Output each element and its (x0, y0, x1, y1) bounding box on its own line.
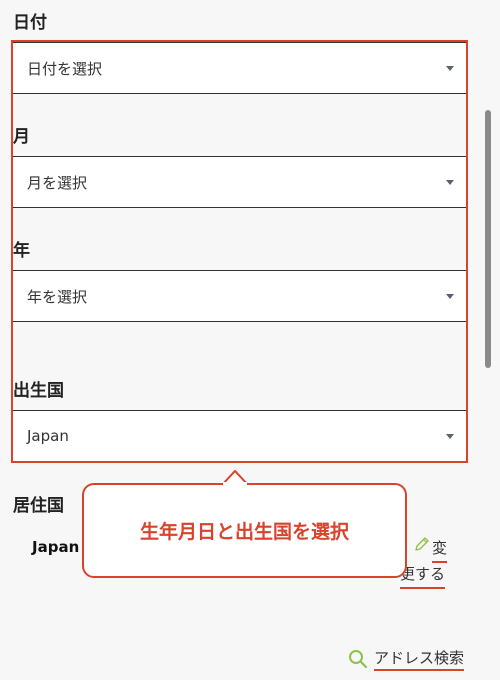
residence-label: 居住国 (13, 496, 64, 516)
year-label: 年 (13, 241, 30, 261)
instruction-callout: 生年月日と出生国を選択 (82, 483, 407, 578)
callout-pointer-mask (223, 482, 247, 488)
residence-value: Japan (32, 538, 80, 556)
day-label: 日付 (13, 13, 47, 33)
day-select[interactable]: 日付を選択 (13, 42, 467, 94)
change-link-text-1: 変 (432, 536, 448, 563)
birth-country-value: Japan (27, 427, 69, 445)
highlight-frame (11, 40, 468, 463)
month-select-placeholder: 月を選択 (27, 173, 88, 192)
callout-text: 生年月日と出生国を選択 (139, 521, 349, 543)
search-icon (349, 650, 368, 669)
chevron-down-icon (446, 66, 454, 71)
chevron-down-icon (446, 294, 454, 299)
day-select-placeholder: 日付を選択 (27, 59, 103, 78)
birth-country-select[interactable]: Japan (13, 410, 467, 462)
chevron-down-icon (446, 434, 454, 439)
chevron-down-icon (446, 180, 454, 185)
address-search-label: アドレス検索 (374, 647, 465, 671)
year-select[interactable]: 年を選択 (13, 270, 467, 322)
address-search-link[interactable]: アドレス検索 (348, 647, 465, 671)
year-select-placeholder: 年を選択 (27, 287, 88, 306)
page: 日付 日付を選択 月 月を選択 年 年を選択 出生国 Japan 居住国 Jap… (0, 0, 500, 680)
month-label: 月 (13, 127, 30, 147)
month-select[interactable]: 月を選択 (13, 156, 467, 208)
birth-country-label: 出生国 (13, 381, 64, 401)
scrollbar[interactable] (485, 110, 491, 368)
pencil-icon (415, 537, 429, 551)
